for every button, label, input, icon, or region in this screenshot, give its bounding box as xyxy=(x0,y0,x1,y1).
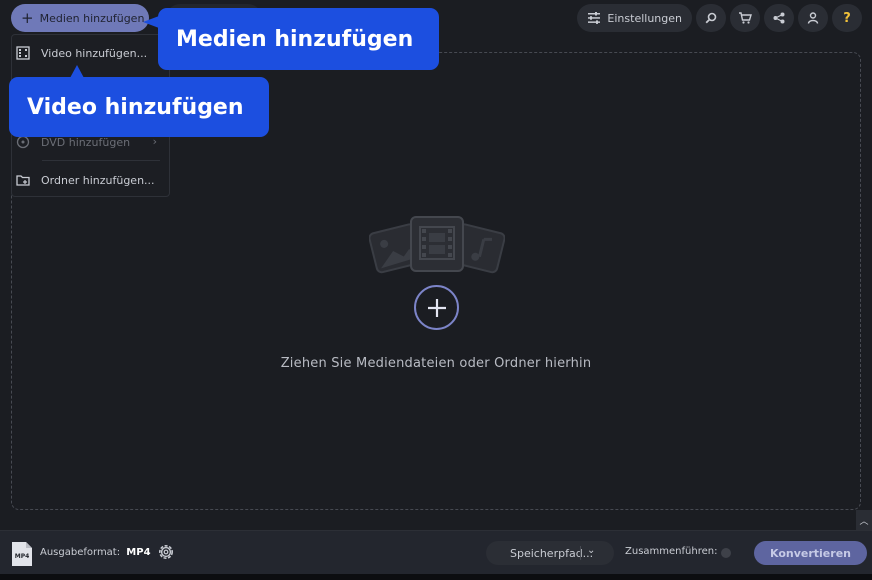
bottom-bar: MP4 Ausgabeformat: MP4 Speicherpfad... ⌄… xyxy=(0,530,872,574)
menu-item-folder[interactable]: Ordner hinzufügen... xyxy=(12,163,169,197)
settings-button[interactable]: Einstellungen xyxy=(577,4,692,32)
search-icon xyxy=(705,12,717,24)
output-format-value: MP4 xyxy=(126,547,151,558)
format-icon-text: MP4 xyxy=(15,553,30,560)
user-icon xyxy=(807,12,819,24)
merge-toggle[interactable] xyxy=(721,548,731,558)
callout-text: Medien hinzufügen xyxy=(176,26,414,52)
cart-button[interactable] xyxy=(730,4,760,32)
menu-item-video[interactable]: Video hinzufügen... xyxy=(12,36,169,70)
scroll-up-button[interactable]: ︿ xyxy=(856,510,872,530)
add-media-button[interactable]: + Medien hinzufügen xyxy=(11,4,149,32)
plus-icon: + xyxy=(21,8,34,27)
share-button[interactable] xyxy=(764,4,794,32)
cart-icon xyxy=(739,12,752,24)
callout-add-video: Video hinzufügen xyxy=(9,77,269,137)
folder-add-icon xyxy=(16,175,30,186)
dvd-icon xyxy=(16,135,30,149)
callout-add-media: Medien hinzufügen xyxy=(158,8,439,70)
divider xyxy=(580,546,581,560)
save-path-dropdown[interactable]: Speicherpfad... ⌄ xyxy=(486,541,614,565)
merge-label: Zusammenführen: xyxy=(625,546,718,557)
convert-button[interactable]: Konvertieren xyxy=(754,541,867,565)
add-media-label: Medien hinzufügen xyxy=(39,11,145,25)
menu-item-label: Ordner hinzufügen... xyxy=(41,173,155,187)
menu-divider xyxy=(42,160,160,161)
format-file-icon[interactable]: MP4 xyxy=(11,541,33,567)
share-icon xyxy=(773,12,785,24)
chevron-up-icon: ︿ xyxy=(859,516,869,527)
chevron-down-icon: ⌄ xyxy=(587,545,596,556)
output-format-label: Ausgabeformat: xyxy=(40,547,121,558)
sliders-icon xyxy=(588,12,601,24)
media-placeholder-icon xyxy=(369,216,505,274)
gear-icon[interactable] xyxy=(156,542,176,562)
search-button[interactable] xyxy=(696,4,726,32)
callout-text: Video hinzufügen xyxy=(27,94,244,120)
add-files-button[interactable] xyxy=(414,285,459,330)
plus-icon xyxy=(427,298,446,317)
menu-item-label: DVD hinzufügen xyxy=(41,135,131,149)
account-button[interactable] xyxy=(798,4,828,32)
output-format[interactable]: Ausgabeformat: MP4 xyxy=(40,547,151,558)
callout-pointer xyxy=(143,16,159,28)
help-icon: ? xyxy=(843,10,851,26)
drop-hint-text: Ziehen Sie Mediendateien oder Ordner hie… xyxy=(280,356,592,371)
video-add-icon xyxy=(16,46,30,60)
convert-label: Konvertieren xyxy=(770,546,851,560)
settings-label: Einstellungen xyxy=(607,11,682,25)
window-bottom-strip xyxy=(0,574,872,580)
menu-item-label: Video hinzufügen... xyxy=(41,46,148,60)
toolbar-right-group: Einstellungen ? xyxy=(577,4,862,32)
help-button[interactable]: ? xyxy=(832,4,862,32)
